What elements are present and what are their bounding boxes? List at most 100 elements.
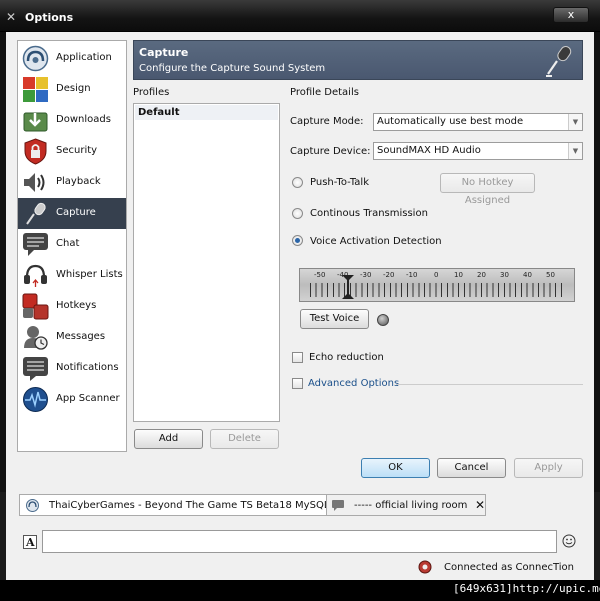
download-folder-icon <box>23 112 48 132</box>
main-window-area: ThaiCyberGames - Beyond The Game TS Beta… <box>6 490 594 580</box>
scanner-globe-icon <box>23 387 48 412</box>
section-subtitle: Configure the Capture Sound System <box>139 63 326 74</box>
color-grid-icon <box>23 77 48 102</box>
slider-thumb[interactable] <box>342 275 355 299</box>
category-capture[interactable]: Capture <box>18 198 126 229</box>
category-playback[interactable]: Playback <box>18 167 126 198</box>
chat-bubble-icon <box>332 500 344 511</box>
category-design[interactable]: Design <box>18 74 126 105</box>
notification-icon <box>23 357 48 381</box>
capture-mode-value: Automatically use best mode <box>377 116 524 127</box>
app-logo-icon: ✕ <box>6 10 17 24</box>
advanced-options-label[interactable]: Advanced Options <box>308 378 399 389</box>
category-label: Chat <box>56 238 80 249</box>
chat-input[interactable] <box>42 530 557 553</box>
delete-profile-button[interactable]: Delete <box>210 429 279 449</box>
echo-reduction-label: Echo reduction <box>309 352 384 363</box>
window-frame-right <box>594 32 600 492</box>
apply-button[interactable]: Apply <box>514 458 583 478</box>
slider-tick-label: -30 <box>360 271 372 279</box>
options-dialog: Application Design Downloads Security Pl… <box>6 32 594 490</box>
profile-item[interactable]: Default <box>135 105 278 120</box>
slider-tick-label: -10 <box>406 271 418 279</box>
voice-activation-label: Voice Activation Detection <box>310 236 442 247</box>
advanced-options-checkbox[interactable] <box>292 378 303 389</box>
voice-activation-radio[interactable] <box>292 235 303 246</box>
watermark-text: [649x631]http://upic.me/ <box>453 582 600 595</box>
microphone-icon <box>546 46 572 77</box>
chat-bubble-icon <box>23 233 48 256</box>
shield-lock-icon <box>24 138 47 165</box>
slider-tick-label: 50 <box>546 271 555 279</box>
text-format-icon[interactable]: A <box>23 535 37 549</box>
tab-label: ----- official living room <box>354 500 468 511</box>
capture-mode-select[interactable]: Automatically use best mode ▼ <box>373 113 583 131</box>
chevron-down-icon: ▼ <box>568 114 582 130</box>
capture-device-label: Capture Device: <box>290 146 371 157</box>
continuous-transmission-radio[interactable] <box>292 208 303 219</box>
category-application[interactable]: Application <box>18 43 126 74</box>
svg-text:A: A <box>25 536 35 549</box>
title-bar: ✕ Options x <box>0 0 600 32</box>
capture-device-select[interactable]: SoundMAX HD Audio ▼ <box>373 142 583 160</box>
category-label: Hotkeys <box>56 300 97 311</box>
close-tab-icon[interactable]: ✕ <box>475 498 485 512</box>
headset-icon <box>24 264 47 287</box>
category-label: Downloads <box>56 114 111 125</box>
keyboard-keys-icon <box>22 293 49 320</box>
category-label: Notifications <box>56 362 119 373</box>
voice-activation-level-slider[interactable]: -50 -40 -30 -20 -10 0 10 20 30 40 50 <box>299 268 575 302</box>
category-list: Application Design Downloads Security Pl… <box>17 40 127 452</box>
section-title: Capture <box>139 46 189 59</box>
test-voice-button[interactable]: Test Voice <box>300 309 369 329</box>
category-security[interactable]: Security <box>18 136 126 167</box>
connection-status-icon <box>418 560 432 574</box>
category-label: App Scanner <box>56 393 120 404</box>
category-whisper-lists[interactable]: Whisper Lists <box>18 260 126 291</box>
profiles-list[interactable]: Default <box>133 103 280 422</box>
emoticon-icon[interactable] <box>562 534 576 548</box>
voice-activity-indicator <box>377 314 389 326</box>
close-button[interactable]: x <box>553 7 589 23</box>
category-downloads[interactable]: Downloads <box>18 105 126 136</box>
slider-tick-label: 20 <box>477 271 486 279</box>
slider-tick-label: -20 <box>383 271 395 279</box>
category-app-scanner[interactable]: App Scanner <box>18 384 126 415</box>
push-to-talk-radio[interactable] <box>292 177 303 188</box>
category-label: Messages <box>56 331 106 342</box>
tab-channel-chat[interactable]: ----- official living room ✕ <box>326 494 486 516</box>
slider-tick-label: 40 <box>523 271 532 279</box>
microphone-icon <box>26 202 46 225</box>
window-title: Options <box>25 11 74 24</box>
section-header: Capture Configure the Capture Sound Syst… <box>133 40 583 80</box>
category-label: Whisper Lists <box>56 269 123 280</box>
chevron-down-icon: ▼ <box>568 143 582 159</box>
continuous-transmission-label: Continous Transmission <box>310 208 428 219</box>
capture-mode-label: Capture Mode: <box>290 116 364 127</box>
push-to-talk-label: Push-To-Talk <box>310 177 369 188</box>
category-label: Security <box>56 145 98 156</box>
ok-button[interactable]: OK <box>361 458 430 478</box>
tab-label: ThaiCyberGames - Beyond The Game TS Beta… <box>49 500 353 511</box>
category-hotkeys[interactable]: Hotkeys <box>18 291 126 322</box>
capture-device-value: SoundMAX HD Audio <box>377 145 481 156</box>
messages-clock-icon <box>24 326 48 350</box>
connection-status-text: Connected as ConnecTion <box>444 562 575 573</box>
category-label: Capture <box>56 207 96 218</box>
speaker-icon <box>24 173 45 192</box>
profile-details-heading: Profile Details <box>290 87 359 98</box>
teamspeak-app-icon <box>22 45 49 72</box>
hotkey-assign-button[interactable]: No Hotkey Assigned <box>440 173 535 206</box>
category-notifications[interactable]: Notifications <box>18 353 126 384</box>
add-profile-button[interactable]: Add <box>134 429 203 449</box>
teamspeak-app-icon <box>26 499 39 512</box>
slider-tick-label: 10 <box>454 271 463 279</box>
status-bar: Connected as ConnecTion <box>6 558 594 578</box>
slider-tick-label: 30 <box>500 271 509 279</box>
category-chat[interactable]: Chat <box>18 229 126 260</box>
tab-server[interactable]: ThaiCyberGames - Beyond The Game TS Beta… <box>19 494 352 516</box>
slider-tick-label: -50 <box>314 271 326 279</box>
category-messages[interactable]: Messages <box>18 322 126 353</box>
echo-reduction-checkbox[interactable] <box>292 352 303 363</box>
cancel-button[interactable]: Cancel <box>437 458 506 478</box>
